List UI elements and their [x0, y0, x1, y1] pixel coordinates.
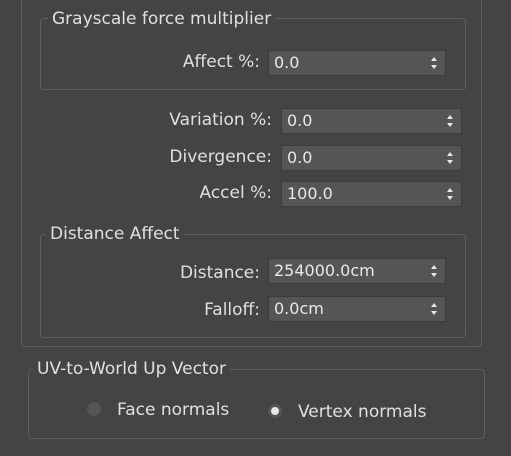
- spinner-arrows-icon[interactable]: [446, 114, 454, 128]
- spinner-arrows-icon[interactable]: [430, 264, 438, 278]
- vertex-normals-label[interactable]: Vertex normals: [298, 401, 426, 423]
- variation-label: Variation %:: [169, 110, 272, 130]
- variation-spinner[interactable]: 0.0: [281, 108, 462, 134]
- distance-affect-group-title: Distance Affect: [46, 224, 184, 244]
- falloff-value[interactable]: 0.0cm: [274, 299, 324, 319]
- variation-value[interactable]: 0.0: [287, 111, 312, 131]
- spinner-arrows-icon[interactable]: [430, 302, 438, 316]
- divergence-value[interactable]: 0.0: [287, 148, 312, 168]
- affect-spinner[interactable]: 0.0: [268, 50, 446, 76]
- distance-affect-group: [40, 234, 466, 338]
- accel-label: Accel %:: [199, 183, 273, 203]
- grayscale-force-group-title: Grayscale force multiplier: [48, 9, 276, 29]
- falloff-label: Falloff:: [204, 300, 260, 320]
- divergence-spinner[interactable]: 0.0: [281, 145, 462, 171]
- accel-value[interactable]: 100.0: [287, 184, 333, 204]
- distance-label: Distance:: [179, 263, 260, 283]
- uv-up-vector-group-title: UV-to-World Up Vector: [33, 359, 230, 379]
- spinner-arrows-icon[interactable]: [446, 151, 454, 165]
- affect-value[interactable]: 0.0: [274, 53, 299, 73]
- spinner-arrows-icon[interactable]: [446, 187, 454, 201]
- face-normals-label[interactable]: Face normals: [117, 399, 229, 421]
- divergence-label: Divergence:: [169, 147, 272, 167]
- accel-spinner[interactable]: 100.0: [281, 181, 462, 207]
- falloff-spinner[interactable]: 0.0cm: [268, 296, 446, 322]
- spinner-arrows-icon[interactable]: [430, 56, 438, 70]
- distance-spinner[interactable]: 254000.0cm: [268, 258, 446, 284]
- affect-label: Affect %:: [182, 52, 260, 72]
- vertex-normals-radio[interactable]: [268, 404, 282, 418]
- rollout-panel: Grayscale force multiplier Affect %: 0.0…: [0, 0, 511, 456]
- face-normals-radio[interactable]: [87, 402, 101, 416]
- distance-value[interactable]: 254000.0cm: [274, 261, 375, 281]
